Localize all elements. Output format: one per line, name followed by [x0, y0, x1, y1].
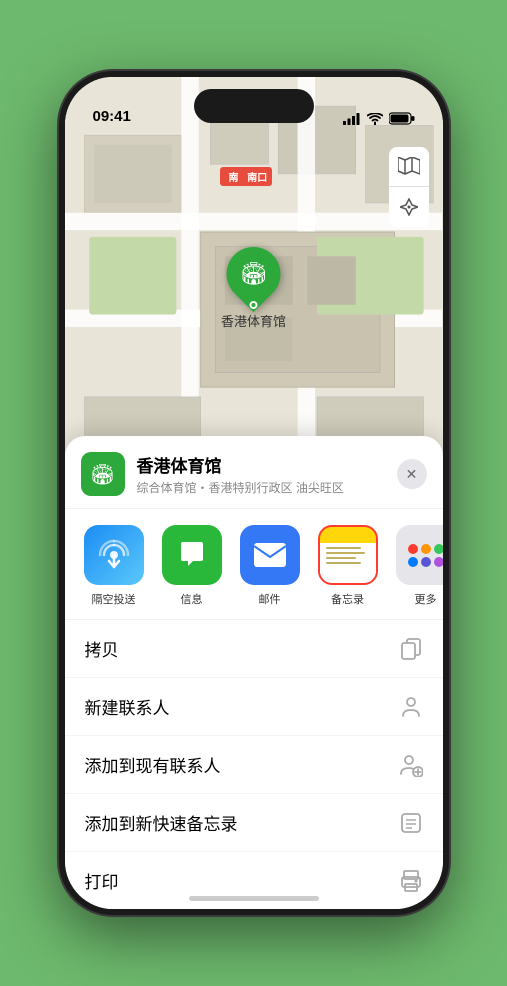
- home-indicator: [189, 896, 319, 901]
- action-add-contact-label: 添加到现有联系人: [85, 752, 221, 777]
- map-area: 南 南口: [65, 77, 443, 497]
- dynamic-island: [194, 89, 314, 123]
- close-button[interactable]: ✕: [397, 459, 427, 489]
- action-copy-label: 拷贝: [85, 636, 119, 661]
- share-app-mail[interactable]: 邮件: [231, 525, 309, 607]
- location-button[interactable]: [389, 187, 429, 227]
- share-apps-row: 隔空投送 信息: [65, 509, 443, 620]
- map-type-icon: [398, 157, 420, 177]
- action-add-contact[interactable]: 添加到现有联系人: [65, 736, 443, 794]
- bottom-sheet: 🏟 香港体育馆 综合体育馆・香港特别行政区 油尖旺区 ✕: [65, 436, 443, 909]
- action-quick-note[interactable]: 添加到新快速备忘录: [65, 794, 443, 852]
- wifi-icon: [367, 113, 383, 125]
- venue-logo: 🏟: [81, 452, 125, 496]
- airdrop-svg: [98, 539, 130, 571]
- copy-icon: [399, 637, 423, 661]
- airdrop-icon: [84, 525, 144, 585]
- more-label: 更多: [415, 591, 437, 607]
- action-copy[interactable]: 拷贝: [65, 620, 443, 678]
- status-icons: [343, 112, 415, 125]
- location-icon: [400, 198, 418, 216]
- battery-icon: [389, 112, 415, 125]
- venue-name: 香港体育馆: [137, 452, 397, 477]
- messages-label: 信息: [181, 591, 203, 607]
- metro-label: 南 南口: [220, 167, 273, 186]
- marker-label: 香港体育馆: [221, 311, 286, 330]
- share-app-more[interactable]: 更多: [387, 525, 443, 607]
- phone-screen: 09:41: [65, 77, 443, 909]
- mail-svg: [252, 541, 288, 569]
- messages-icon: [162, 525, 222, 585]
- venue-header: 🏟 香港体育馆 综合体育馆・香港特别行政区 油尖旺区 ✕: [65, 436, 443, 509]
- mail-label: 邮件: [259, 591, 281, 607]
- venue-logo-icon: 🏟: [90, 462, 115, 487]
- stadium-icon: 🏟: [240, 261, 268, 287]
- map-type-button[interactable]: [389, 147, 429, 187]
- mail-icon: [240, 525, 300, 585]
- action-new-contact-label: 新建联系人: [85, 694, 170, 719]
- more-icon: [396, 525, 443, 585]
- notes-label: 备忘录: [331, 591, 364, 607]
- marker-dot: [249, 301, 257, 309]
- venue-info: 香港体育馆 综合体育馆・香港特别行政区 油尖旺区: [137, 452, 397, 496]
- signal-icon: [343, 113, 361, 125]
- map-controls[interactable]: [389, 147, 429, 227]
- location-marker: 🏟 香港体育馆: [221, 247, 286, 330]
- share-app-messages[interactable]: 信息: [153, 525, 231, 607]
- messages-svg: [175, 538, 209, 572]
- venue-description: 综合体育馆・香港特别行政区 油尖旺区: [137, 479, 397, 496]
- share-app-airdrop[interactable]: 隔空投送: [75, 525, 153, 607]
- notes-icon: [318, 525, 378, 585]
- share-app-notes[interactable]: 备忘录: [309, 525, 387, 607]
- action-quick-note-label: 添加到新快速备忘录: [85, 810, 238, 835]
- note-icon: [399, 811, 423, 835]
- phone-frame: 09:41: [59, 71, 449, 915]
- action-new-contact[interactable]: 新建联系人: [65, 678, 443, 736]
- add-person-icon: [399, 753, 423, 777]
- person-icon: [399, 695, 423, 719]
- status-time: 09:41: [93, 108, 131, 125]
- airdrop-label: 隔空投送: [92, 591, 136, 607]
- print-icon: [399, 869, 423, 893]
- action-print-label: 打印: [85, 868, 119, 893]
